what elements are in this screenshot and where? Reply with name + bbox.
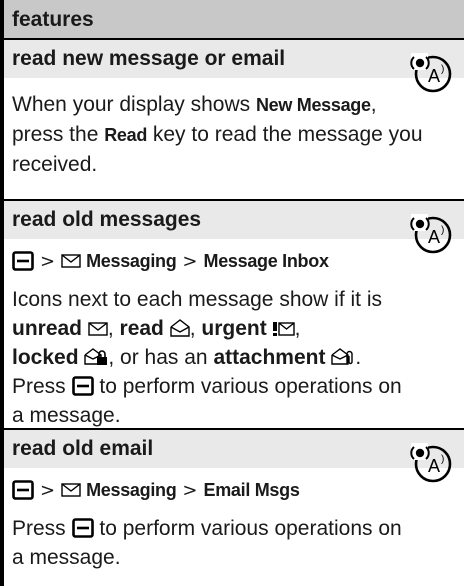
path-item-messaging: Messaging <box>86 250 177 271</box>
path-separator: > <box>40 479 56 501</box>
path-item-email-msgs: Email Msgs <box>203 479 300 500</box>
path-item-message-inbox: Message Inbox <box>203 250 329 271</box>
menu-key-icon <box>12 251 34 271</box>
attachment-envelope-icon <box>331 348 354 365</box>
menu-key-icon <box>71 518 94 538</box>
path-separator: > <box>182 479 198 501</box>
display-text-new-message: New Message <box>255 95 371 115</box>
section-body: Icons next to each message show if it is… <box>4 279 464 430</box>
section-title: read new message or email <box>4 40 464 78</box>
table-header-title: features <box>12 8 94 31</box>
envelope-icon <box>61 254 81 268</box>
opened-envelope-icon <box>170 319 190 337</box>
section-title: read old messages <box>4 201 464 239</box>
table-header: features <box>0 0 464 40</box>
section-read-old-messages: read old messages A ) > Messaging > Mess… <box>0 201 464 430</box>
section-title: read old email <box>4 430 464 468</box>
svg-text:): ) <box>441 64 444 75</box>
menu-path: > Messaging > Email Msgs <box>4 468 464 508</box>
status-locked: locked <box>12 346 79 369</box>
section-read-new-message: read new message or email A ) When your … <box>0 40 464 201</box>
svg-text:A: A <box>428 227 440 247</box>
network-service-icon: A ) <box>410 53 452 93</box>
svg-text:A: A <box>428 456 440 476</box>
urgent-envelope-icon <box>272 322 295 336</box>
body-text: Press to perform various operations on a… <box>12 517 402 569</box>
key-name-read: Read <box>104 125 148 145</box>
section-body: When your display shows New Message, pre… <box>4 78 464 179</box>
body-text: Icons next to each message show if it is… <box>12 288 402 427</box>
locked-envelope-icon <box>84 348 108 365</box>
envelope-icon <box>61 483 81 497</box>
menu-path: > Messaging > Message Inbox <box>4 239 464 279</box>
network-service-icon: A ) <box>410 443 452 483</box>
status-urgent: urgent <box>201 317 267 340</box>
path-separator: > <box>40 250 56 272</box>
section-title-text: read new message or email <box>12 47 286 70</box>
body-text: When your display shows New Message, pre… <box>12 93 423 176</box>
path-item-messaging: Messaging <box>86 479 177 500</box>
feature-table: features read new message or email A ) W… <box>0 0 464 588</box>
svg-text:): ) <box>441 225 444 236</box>
menu-key-icon <box>12 480 34 500</box>
path-separator: > <box>182 250 198 272</box>
svg-text:): ) <box>441 454 444 465</box>
status-read: read <box>119 317 164 340</box>
envelope-icon <box>88 322 108 336</box>
section-body: Press to perform various operations on a… <box>4 508 464 572</box>
section-title-text: read old email <box>12 437 154 460</box>
section-title-text: read old messages <box>12 208 202 231</box>
svg-text:A: A <box>428 66 440 86</box>
status-unread: unread <box>12 317 83 340</box>
status-attachment: attachment <box>213 346 326 369</box>
menu-key-icon <box>71 376 94 396</box>
section-read-old-email: read old email A ) > Messaging > Email M… <box>0 430 464 586</box>
network-service-icon: A ) <box>410 214 452 254</box>
